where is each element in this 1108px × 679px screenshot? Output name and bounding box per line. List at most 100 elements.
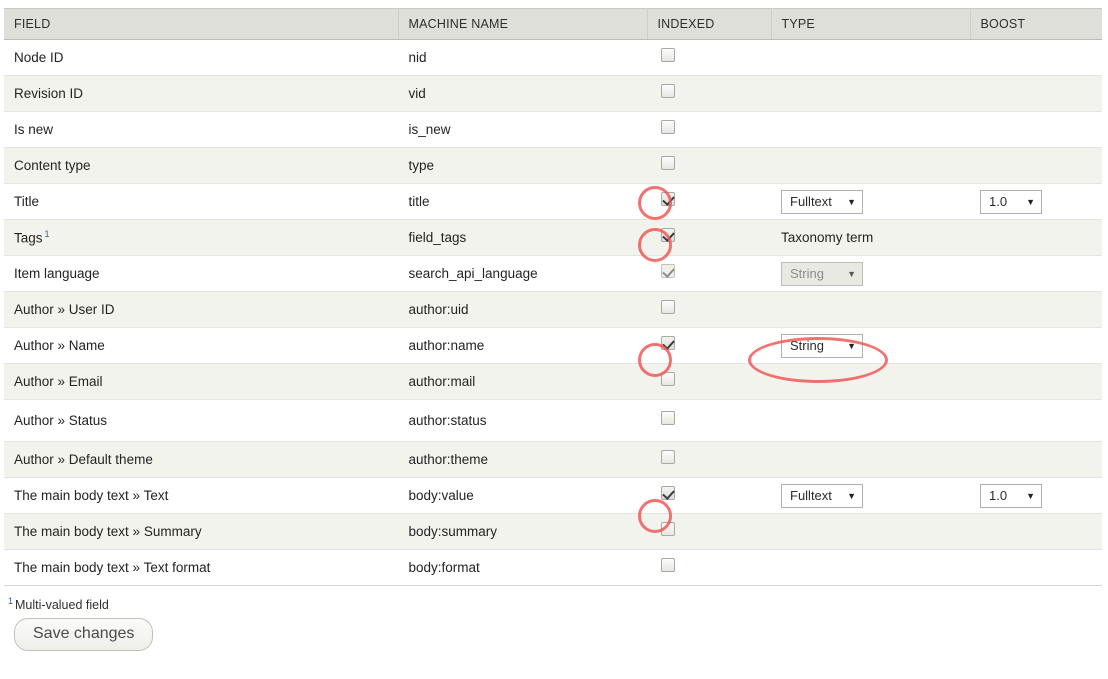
cell-type xyxy=(771,148,970,184)
cell-indexed xyxy=(647,292,771,328)
chevron-down-icon: ▼ xyxy=(847,485,856,507)
cell-indexed xyxy=(647,148,771,184)
indexed-checkbox[interactable] xyxy=(661,522,675,536)
cell-machine-name: body:value xyxy=(398,478,647,514)
cell-machine-name: author:name xyxy=(398,328,647,364)
boost-select[interactable]: 1.0▼ xyxy=(980,484,1042,508)
table-row: Author » User ID author:uid xyxy=(4,292,1102,328)
table-row: Author » Default themeauthor:theme xyxy=(4,442,1102,478)
cell-indexed xyxy=(647,550,771,586)
field-label: The main body text » Text format xyxy=(14,560,210,575)
type-select-value: String xyxy=(790,263,824,285)
type-select[interactable]: Fulltext▼ xyxy=(781,484,863,508)
checkbox-wrapper xyxy=(661,372,677,388)
table-row: Tags1field_tagsTaxonomy term xyxy=(4,220,1102,256)
indexed-checkbox[interactable] xyxy=(661,300,675,314)
cell-type: Fulltext▼ xyxy=(771,478,970,514)
cell-indexed xyxy=(647,328,771,364)
column-header-indexed: INDEXED xyxy=(647,9,771,40)
cell-field: Author » Default theme xyxy=(4,442,398,478)
indexed-checkbox[interactable] xyxy=(661,228,675,242)
cell-machine-name: body:format xyxy=(398,550,647,586)
type-select-value: Fulltext xyxy=(790,191,832,213)
cell-machine-name: author:mail xyxy=(398,364,647,400)
type-select: String▼ xyxy=(781,262,863,286)
footnote-text: Multi-valued field xyxy=(15,598,109,612)
checkbox-wrapper xyxy=(661,450,677,466)
indexed-checkbox[interactable] xyxy=(661,120,675,134)
footnote: 1Multi-valued field xyxy=(8,596,1108,612)
table-row: Item language search_api_language String▼ xyxy=(4,256,1102,292)
cell-boost xyxy=(970,76,1102,112)
cell-boost xyxy=(970,292,1102,328)
boost-select-value: 1.0 xyxy=(989,485,1007,507)
field-label: The main body text » Summary xyxy=(14,524,202,539)
cell-machine-name: nid xyxy=(398,40,647,76)
indexed-checkbox[interactable] xyxy=(661,411,675,425)
cell-boost xyxy=(970,220,1102,256)
indexed-checkbox[interactable] xyxy=(661,48,675,62)
cell-field: Author » Name xyxy=(4,328,398,364)
table-row: The main body text » Text format body:for… xyxy=(4,550,1102,586)
table-row: Author » Emailauthor:mail xyxy=(4,364,1102,400)
field-label: Node ID xyxy=(14,50,64,65)
cell-machine-name: vid xyxy=(398,76,647,112)
cell-machine-name: author:uid xyxy=(398,292,647,328)
chevron-down-icon: ▼ xyxy=(847,191,856,213)
cell-indexed xyxy=(647,76,771,112)
cell-field: Item language xyxy=(4,256,398,292)
field-label: Content type xyxy=(14,158,91,173)
field-label: Revision ID xyxy=(14,86,83,101)
indexed-checkbox[interactable] xyxy=(661,372,675,386)
cell-type: Fulltext ▼ xyxy=(771,184,970,220)
cell-type xyxy=(771,442,970,478)
field-label: Author » Name xyxy=(14,338,105,353)
cell-boost: 1.0▼ xyxy=(970,478,1102,514)
cell-boost xyxy=(970,364,1102,400)
cell-machine-name: author:theme xyxy=(398,442,647,478)
cell-type: Taxonomy term xyxy=(771,220,970,256)
checkbox-wrapper xyxy=(661,84,677,100)
table-body: Node ID nid Revision ID vid Is new is_new Cont… xyxy=(4,40,1102,586)
checkbox-wrapper xyxy=(661,300,677,316)
indexed-checkbox[interactable] xyxy=(661,336,675,350)
cell-type xyxy=(771,292,970,328)
column-header-type: TYPE xyxy=(771,9,970,40)
field-label: Author » User ID xyxy=(14,302,115,317)
indexed-checkbox[interactable] xyxy=(661,192,675,206)
cell-indexed xyxy=(647,442,771,478)
field-label: Tags xyxy=(14,231,43,246)
indexed-checkbox[interactable] xyxy=(661,84,675,98)
cell-boost xyxy=(970,442,1102,478)
indexed-checkbox[interactable] xyxy=(661,450,675,464)
boost-select[interactable]: 1.0▼ xyxy=(980,190,1042,214)
column-header-field: FIELD xyxy=(4,9,398,40)
table-row: Is new is_new xyxy=(4,112,1102,148)
cell-boost xyxy=(970,112,1102,148)
cell-indexed xyxy=(647,184,771,220)
field-label: Item language xyxy=(14,266,100,281)
save-changes-button[interactable]: Save changes xyxy=(14,618,153,651)
cell-indexed xyxy=(647,400,771,442)
column-header-machine-name: MACHINE NAME xyxy=(398,9,647,40)
cell-indexed xyxy=(647,220,771,256)
cell-machine-name: title xyxy=(398,184,647,220)
cell-machine-name: is_new xyxy=(398,112,647,148)
checkbox-wrapper xyxy=(661,336,677,352)
cell-boost xyxy=(970,148,1102,184)
chevron-down-icon: ▼ xyxy=(1026,191,1035,213)
cell-indexed xyxy=(647,40,771,76)
cell-machine-name: field_tags xyxy=(398,220,647,256)
type-select[interactable]: Fulltext ▼ xyxy=(781,190,863,214)
cell-boost xyxy=(970,328,1102,364)
indexed-checkbox[interactable] xyxy=(661,156,675,170)
type-select[interactable]: String▼ xyxy=(781,334,863,358)
cell-machine-name: search_api_language xyxy=(398,256,647,292)
table-row: The main body text » Summary body:summary xyxy=(4,514,1102,550)
indexed-checkbox[interactable] xyxy=(661,558,675,572)
cell-field: Author » Status xyxy=(4,400,398,442)
indexed-checkbox[interactable] xyxy=(661,486,675,500)
cell-machine-name: body:summary xyxy=(398,514,647,550)
field-label: Is new xyxy=(14,122,53,137)
table-row: Author » Name author:name String▼ xyxy=(4,328,1102,364)
